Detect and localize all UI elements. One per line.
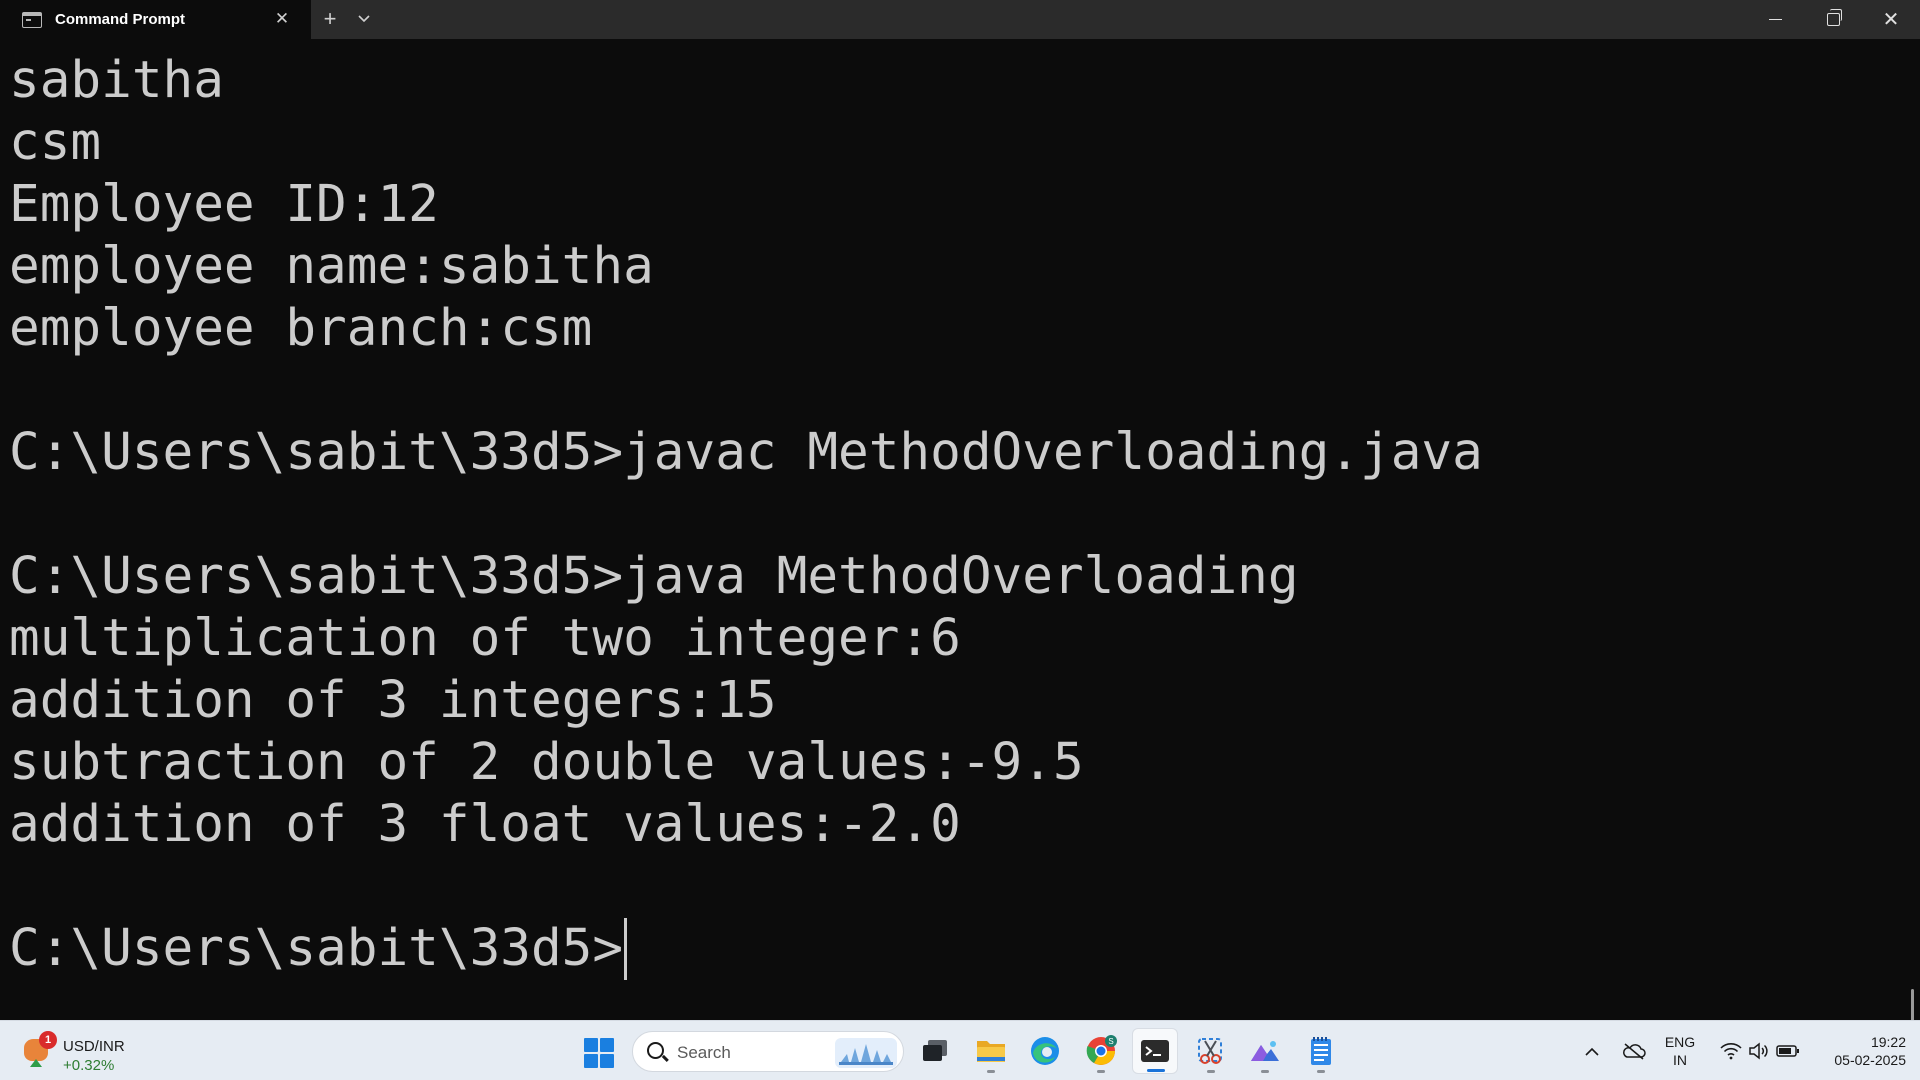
snipping-tool-button[interactable]	[1188, 1028, 1234, 1074]
search-highlight-icon	[835, 1038, 897, 1068]
tab-dropdown-button[interactable]	[349, 0, 379, 39]
weather-widget[interactable]: 1 USD/INR +0.32%	[20, 1031, 130, 1074]
notepad-button[interactable]	[1298, 1028, 1344, 1074]
running-indicator	[1207, 1070, 1215, 1073]
task-view-icon	[923, 1040, 947, 1061]
prompt-text: C:\Users\sabit\33d5>	[9, 919, 624, 978]
chrome-button[interactable]: S	[1078, 1028, 1124, 1074]
battery-icon	[1776, 1045, 1799, 1057]
terminal-line: C:\Users\sabit\33d5>java MethodOverloadi…	[9, 547, 1299, 606]
terminal-icon	[1141, 1040, 1169, 1062]
running-indicator	[1147, 1069, 1165, 1072]
search-icon	[647, 1042, 664, 1059]
quick-settings-button[interactable]	[1712, 1021, 1808, 1080]
tab-command-prompt[interactable]: Command Prompt ✕	[0, 0, 311, 39]
running-indicator	[1317, 1070, 1325, 1073]
terminal-prompt-line[interactable]: C:\Users\sabit\33d5>	[9, 918, 1920, 980]
region-code: IN	[1673, 1052, 1687, 1068]
window-controls: ✕	[1746, 0, 1920, 39]
terminal-line: employee name:sabitha	[9, 237, 654, 296]
notification-badge: 1	[39, 1031, 57, 1049]
terminal-taskbar-button[interactable]	[1132, 1028, 1178, 1074]
notepad-icon	[1311, 1037, 1331, 1065]
cloud-offline-icon	[1623, 1043, 1646, 1060]
terminal-line: subtraction of 2 double values:-9.5	[9, 733, 1084, 792]
restore-icon	[1826, 9, 1842, 26]
terminal-output[interactable]: sabitha csm Employee ID:12 employee name…	[0, 39, 1920, 1035]
terminal-line: Employee ID:12	[9, 175, 439, 234]
running-indicator	[1097, 1070, 1105, 1073]
terminal-icon	[22, 11, 42, 28]
clock[interactable]: 19:22 05-02-2025	[1810, 1021, 1910, 1080]
start-button[interactable]	[584, 1038, 614, 1068]
widget-change: +0.32%	[63, 1057, 115, 1074]
language-indicator[interactable]: ENG IN	[1656, 1021, 1704, 1080]
terminal-line: employee branch:csm	[9, 299, 593, 358]
terminal-line: multiplication of two integer:6	[9, 609, 961, 668]
snipping-tool-icon	[1198, 1038, 1222, 1064]
task-view-button[interactable]	[912, 1028, 958, 1074]
taskbar-search[interactable]: Search	[632, 1031, 904, 1072]
running-indicator	[987, 1070, 995, 1073]
svg-text:S: S	[1108, 1037, 1113, 1046]
close-tab-button[interactable]: ✕	[271, 8, 293, 30]
show-hidden-icons-button[interactable]	[1578, 1021, 1606, 1080]
file-explorer-button[interactable]	[968, 1028, 1014, 1074]
chrome-icon: S	[1086, 1035, 1117, 1065]
volume-icon	[1749, 1042, 1768, 1060]
chevron-down-icon	[358, 15, 370, 23]
minimize-icon	[1768, 18, 1782, 21]
language-code: ENG	[1664, 1034, 1696, 1050]
chevron-up-icon	[1585, 1047, 1599, 1056]
close-window-button[interactable]: ✕	[1862, 0, 1920, 39]
terminal-line: addition of 3 integers:15	[9, 671, 777, 730]
photos-icon	[1251, 1041, 1279, 1061]
onedrive-button[interactable]	[1618, 1021, 1650, 1080]
running-indicator	[1261, 1070, 1269, 1073]
clock-date: 05-02-2025	[1834, 1052, 1906, 1068]
windows-logo-icon	[584, 1038, 598, 1052]
terminal-line: addition of 3 float values:-2.0	[9, 795, 961, 854]
close-icon: ✕	[1882, 8, 1900, 31]
taskbar: 1 USD/INR +0.32% Search S ENG IN 19:22 0…	[0, 1020, 1920, 1080]
search-placeholder: Search	[677, 1043, 731, 1062]
photos-button[interactable]	[1242, 1028, 1288, 1074]
maximize-button[interactable]	[1804, 0, 1862, 39]
wifi-icon	[1720, 1043, 1742, 1060]
minimize-button[interactable]	[1746, 0, 1804, 39]
tab-title: Command Prompt	[55, 11, 186, 28]
edge-button[interactable]	[1022, 1028, 1068, 1074]
widget-title: USD/INR	[63, 1038, 125, 1055]
new-tab-button[interactable]: +	[311, 0, 349, 39]
terminal-line: sabitha	[9, 51, 224, 110]
terminal-line: csm	[9, 113, 102, 172]
edge-icon	[1031, 1037, 1059, 1065]
file-explorer-icon	[977, 1041, 1005, 1062]
title-bar: Command Prompt ✕ + ✕	[0, 0, 1920, 39]
terminal-line: C:\Users\sabit\33d5>javac MethodOverload…	[9, 423, 1483, 482]
text-cursor	[624, 918, 628, 980]
clock-time: 19:22	[1870, 1034, 1906, 1050]
